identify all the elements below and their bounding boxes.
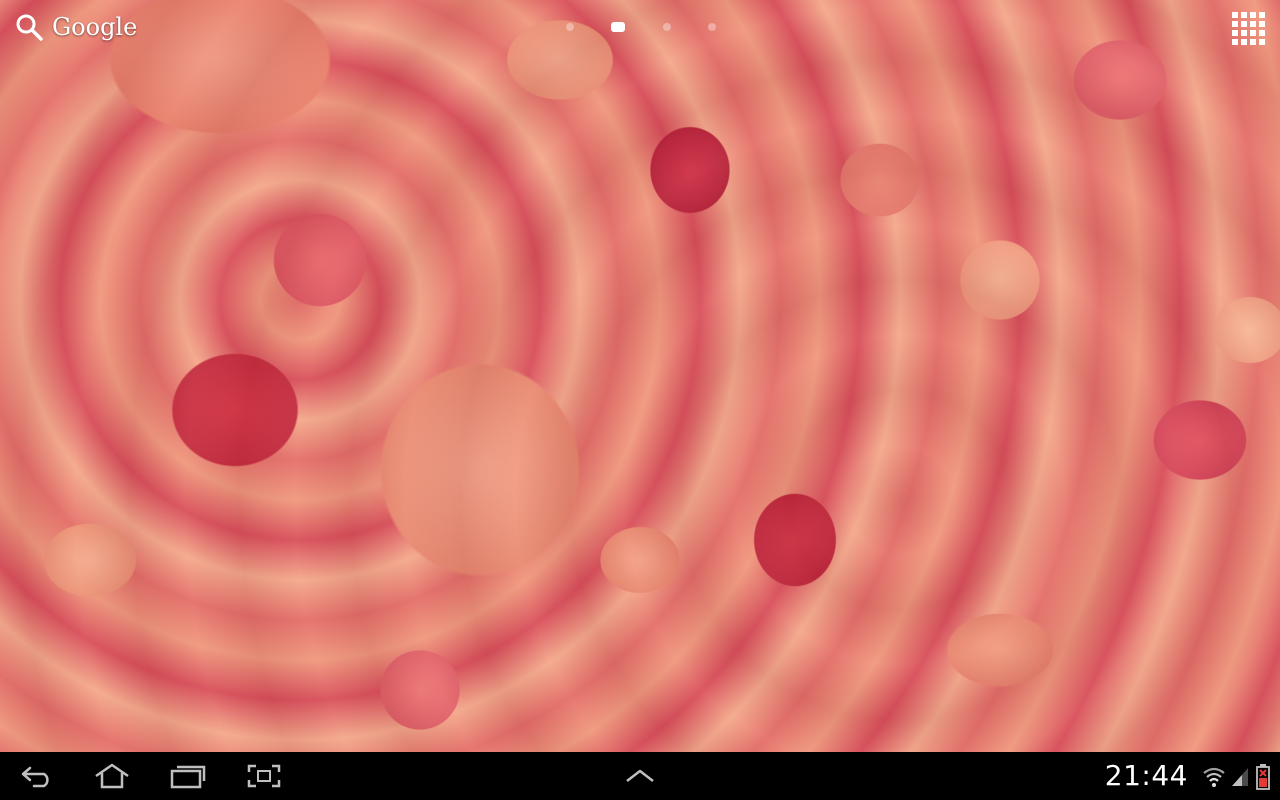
wifi-icon (1203, 767, 1225, 787)
apps-grid-icon (1232, 12, 1265, 45)
battery-icon (1256, 764, 1270, 790)
back-arrow-icon (21, 766, 49, 788)
chevron-up-icon (626, 769, 654, 782)
google-search-widget[interactable]: Google (14, 10, 137, 44)
page-dot-1 (566, 23, 574, 31)
search-icon (16, 14, 43, 41)
screenshot-button[interactable] (240, 758, 288, 794)
google-search-label: Google (52, 13, 138, 41)
expand-up-button[interactable] (616, 758, 664, 794)
page-dot-4 (707, 23, 716, 31)
back-button[interactable] (14, 758, 62, 794)
apps-drawer-button[interactable] (1230, 10, 1266, 46)
page-dot-3 (662, 23, 671, 31)
home-button[interactable] (88, 758, 136, 794)
screenshot-icon (247, 764, 281, 788)
home-icon (95, 763, 129, 789)
status-clock[interactable]: 21:44 (1105, 759, 1188, 792)
recent-apps-icon (170, 765, 206, 789)
rose-petal-live-wallpaper[interactable] (0, 0, 1280, 752)
home-page-indicator (566, 20, 716, 34)
page-dot-2-active (611, 22, 626, 32)
signal-icon (1232, 768, 1248, 786)
system-navigation-bar: 21:44 (0, 752, 1280, 800)
home-screen: Google 21:44 (0, 0, 1280, 800)
recent-apps-button[interactable] (164, 758, 212, 794)
